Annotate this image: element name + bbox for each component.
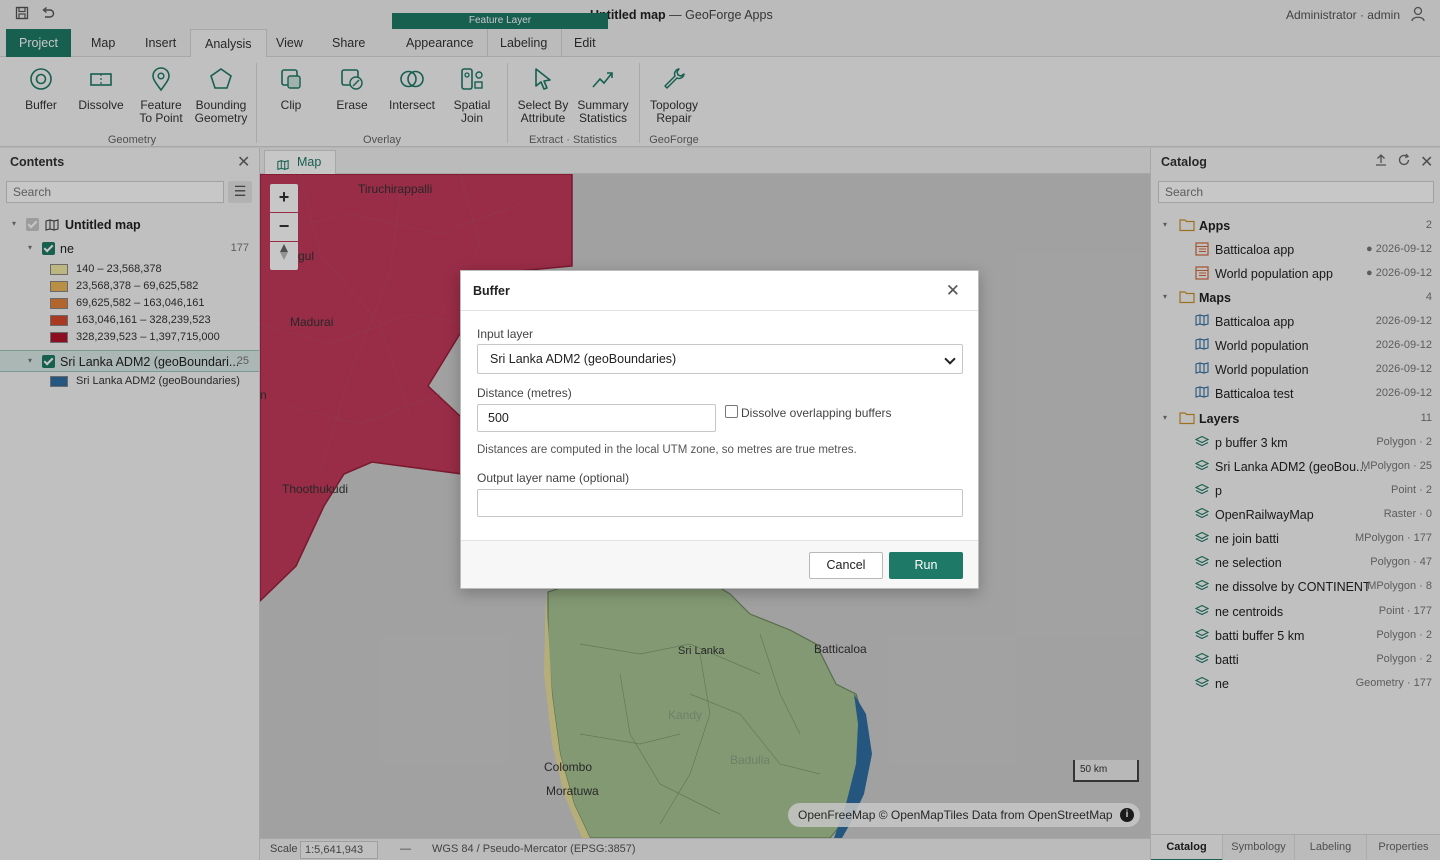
input-layer-select[interactable]: Sri Lanka ADM2 (geoBoundaries) [477, 344, 963, 374]
output-layer-label: Output layer name (optional) [477, 471, 630, 485]
cancel-button[interactable]: Cancel [809, 552, 883, 579]
output-layer-input[interactable] [477, 489, 963, 517]
dissolve-label[interactable]: Dissolve overlapping buffers [741, 406, 892, 420]
distance-input[interactable]: 500 [477, 404, 716, 432]
distance-label: Distance (metres) [477, 386, 572, 400]
dissolve-checkbox[interactable] [725, 405, 738, 418]
run-button[interactable]: Run [889, 552, 963, 579]
buffer-dialog: Buffer ✕ Input layer Sri Lanka ADM2 (geo… [460, 270, 979, 589]
close-icon[interactable]: ✕ [946, 281, 960, 301]
input-layer-label: Input layer [477, 327, 534, 341]
distance-note: Distances are computed in the local UTM … [477, 444, 857, 456]
chevron-down-icon [944, 353, 956, 365]
dialog-footer: Cancel Run [461, 540, 978, 588]
dialog-title: Buffer [473, 284, 510, 298]
dialog-header: Buffer ✕ [461, 271, 978, 311]
